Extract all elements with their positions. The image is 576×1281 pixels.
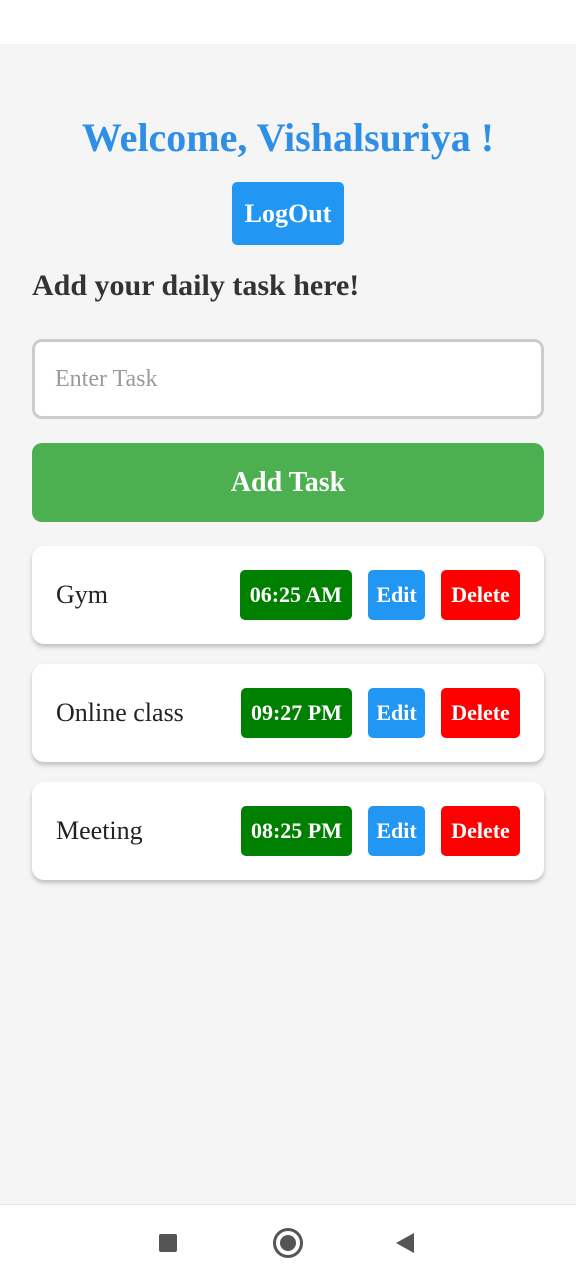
task-time-badge: 09:27 PM — [240, 688, 352, 738]
delete-task-button[interactable]: Delete — [441, 570, 520, 620]
system-navigation-bar — [0, 1204, 576, 1281]
task-item: Gym 06:25 AM Edit Delete — [32, 546, 544, 644]
edit-task-button[interactable]: Edit — [368, 806, 425, 856]
recent-apps-icon[interactable] — [159, 1234, 177, 1252]
status-bar-area — [0, 0, 576, 44]
logout-button[interactable]: LogOut — [232, 182, 344, 245]
delete-task-button[interactable]: Delete — [441, 806, 520, 856]
task-actions: 06:25 AM Edit Delete — [239, 570, 520, 620]
task-actions: 08:25 PM Edit Delete — [240, 806, 520, 856]
task-name: Online class — [56, 698, 184, 727]
add-task-heading: Add your daily task here! — [32, 269, 360, 302]
welcome-heading: Welcome, Vishalsuriya ! — [81, 115, 495, 160]
home-icon[interactable] — [273, 1228, 303, 1258]
task-item: Meeting 08:25 PM Edit Delete — [32, 782, 544, 880]
back-icon[interactable] — [396, 1233, 414, 1253]
task-time-badge: 08:25 PM — [240, 806, 352, 856]
task-time-badge: 06:25 AM — [239, 570, 352, 620]
delete-task-button[interactable]: Delete — [441, 688, 520, 738]
edit-task-button[interactable]: Edit — [368, 570, 425, 620]
app-screen: Welcome, Vishalsuriya ! LogOut Add your … — [0, 44, 576, 1204]
task-name: Meeting — [56, 816, 143, 845]
task-list: Gym 06:25 AM Edit Delete Online class 09… — [32, 546, 544, 900]
edit-task-button[interactable]: Edit — [368, 688, 425, 738]
task-input[interactable] — [32, 339, 544, 419]
task-actions: 09:27 PM Edit Delete — [240, 688, 520, 738]
task-item: Online class 09:27 PM Edit Delete — [32, 664, 544, 762]
add-task-button[interactable]: Add Task — [32, 443, 544, 522]
task-name: Gym — [56, 580, 108, 609]
